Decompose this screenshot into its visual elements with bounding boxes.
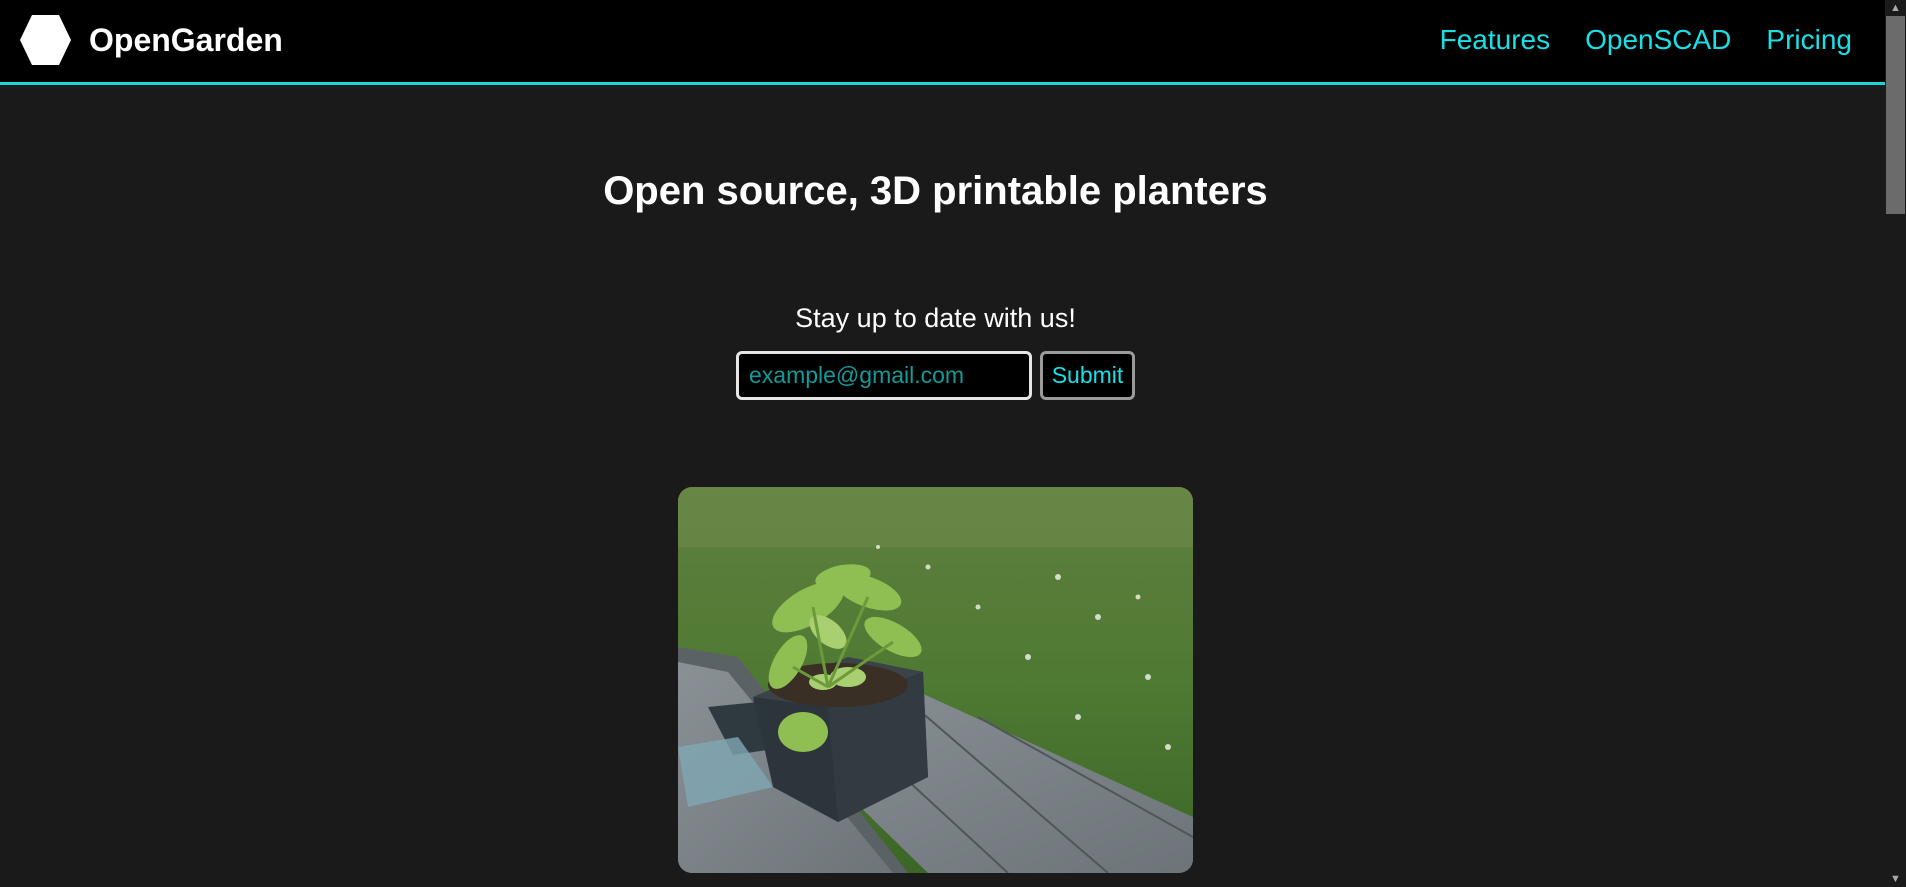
page-headline: Open source, 3D printable planters: [603, 169, 1268, 213]
scrollbar-thumb[interactable]: [1886, 16, 1905, 214]
scroll-down-arrow-icon[interactable]: ▼: [1885, 871, 1906, 887]
navbar: OpenGarden Features OpenSCAD Pricing: [0, 0, 1885, 85]
planter-photo-illustration: [678, 487, 1193, 873]
nav-link-openscad[interactable]: OpenSCAD: [1585, 20, 1731, 60]
nav-link-pricing[interactable]: Pricing: [1766, 20, 1852, 60]
email-input[interactable]: [736, 351, 1032, 400]
scroll-up-arrow-icon[interactable]: ▲: [1885, 0, 1906, 16]
vertical-scrollbar[interactable]: ▲ ▼: [1885, 0, 1906, 887]
subscribe-label: Stay up to date with us!: [795, 303, 1076, 333]
nav-links: Features OpenSCAD Pricing: [1440, 20, 1852, 60]
nav-link-features[interactable]: Features: [1440, 20, 1551, 60]
planter-photo: [678, 487, 1193, 873]
submit-button[interactable]: Submit: [1040, 351, 1135, 400]
brand-name[interactable]: OpenGarden: [89, 20, 283, 60]
hexagon-icon[interactable]: [19, 14, 72, 66]
